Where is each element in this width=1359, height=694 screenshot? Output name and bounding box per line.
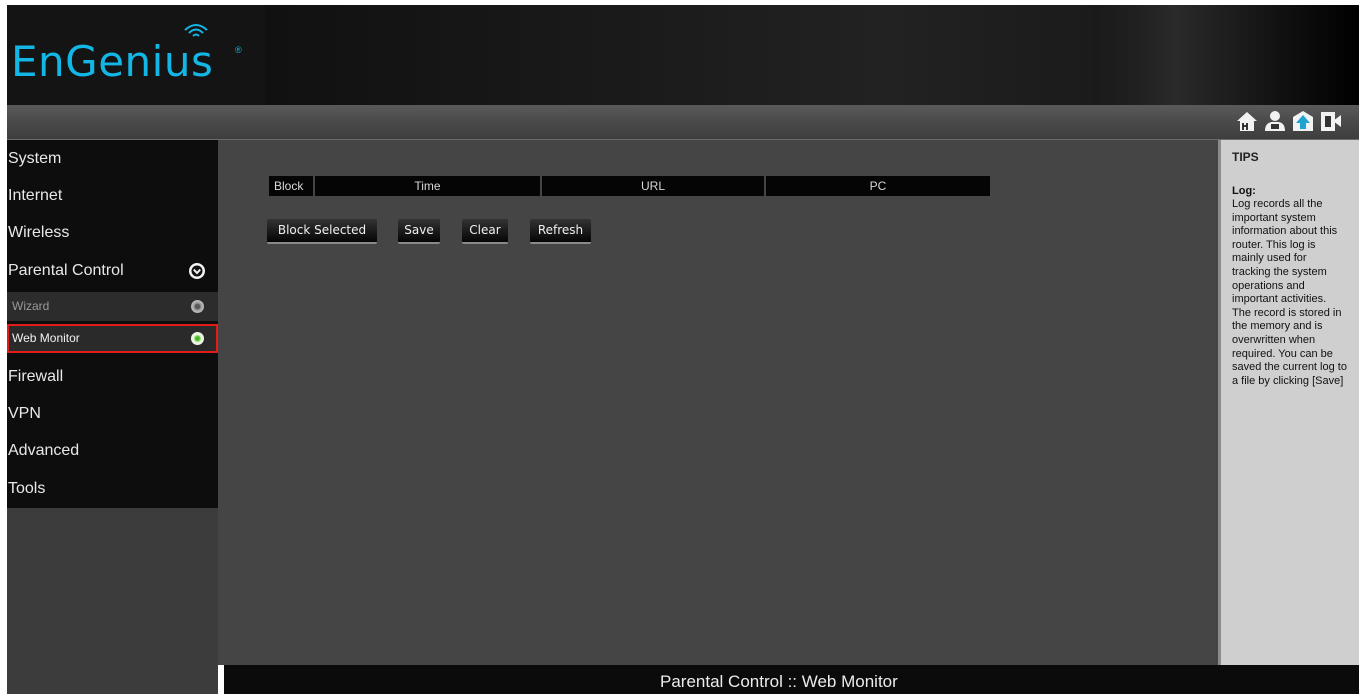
main-content: Block Time URL PC Block Selected Save Cl… [218,140,1218,665]
header-decoration [1097,5,1359,105]
logo-panel: EnGenius ® [7,5,265,105]
home-icon[interactable] [1235,109,1259,133]
tips-panel: TIPS Log: Log records all the important … [1218,140,1359,665]
column-header-url: URL [542,176,766,196]
sidebar-item-wireless[interactable]: Wireless [7,215,218,251]
sidebar-item-internet[interactable]: Internet [7,178,218,214]
save-button[interactable]: Save [398,219,440,244]
active-dot-icon [191,332,204,345]
column-header-time: Time [315,176,542,196]
firmware-upgrade-icon[interactable] [1291,109,1315,133]
column-header-pc: PC [766,176,990,196]
subitem-label: Web Monitor [12,331,80,345]
tips-text: Log records all the important system inf… [1232,198,1347,387]
sidebar: System Internet Wireless Parental Contro… [7,140,218,694]
tips-heading: Log: [1232,185,1256,197]
sidebar-item-firewall[interactable]: Firewall [7,359,218,395]
sidebar-item-label: Parental Control [8,262,124,279]
sidebar-subitem-web-monitor[interactable]: Web Monitor [7,324,218,353]
user-icon[interactable] [1263,109,1287,133]
sidebar-item-advanced[interactable]: Advanced [7,433,218,469]
wifi-logo-icon [184,24,208,37]
column-header-block: Block [269,176,315,196]
registered-mark: ® [235,45,242,55]
sidebar-item-system[interactable]: System [7,141,218,177]
block-selected-button[interactable]: Block Selected [267,219,377,244]
refresh-button[interactable]: Refresh [530,219,591,244]
chevron-down-icon[interactable] [188,262,206,280]
brand-logo-text: EnGenius [11,37,214,86]
web-monitor-table-header: Block Time URL PC [269,176,990,196]
sidebar-menu: System Internet Wireless Parental Contro… [7,140,218,508]
header-banner: EnGenius ® [7,5,1359,105]
subitem-label: Wizard [12,299,50,313]
tips-title: TIPS [1232,150,1259,164]
top-toolbar [7,105,1359,140]
sidebar-item-tools[interactable]: Tools [7,471,218,507]
sidebar-item-vpn[interactable]: VPN [7,396,218,432]
clear-button[interactable]: Clear [462,219,508,244]
inactive-dot-icon [191,300,204,313]
router-admin-page: EnGenius ® System Internet Wireless Pare… [0,0,1359,694]
page-title-footer: Parental Control :: Web Monitor [224,665,1359,694]
logout-icon[interactable] [1319,109,1343,133]
sidebar-subitem-wizard[interactable]: Wizard [7,292,218,321]
sidebar-item-parental-control[interactable]: Parental Control [7,253,218,289]
